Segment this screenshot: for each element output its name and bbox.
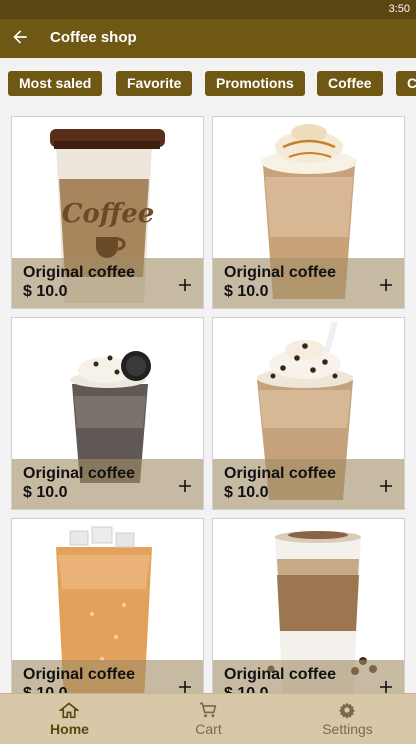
chip-most-saled[interactable]: Most saled bbox=[8, 71, 103, 96]
svg-text:Coffee: Coffee bbox=[62, 199, 155, 229]
product-name: Original coffee bbox=[224, 666, 337, 683]
nav-cart-label: Cart bbox=[195, 721, 222, 737]
add-icon[interactable] bbox=[178, 278, 192, 292]
nav-home[interactable]: Home bbox=[0, 694, 139, 744]
product-card[interactable]: Original coffee $ 10.0 bbox=[11, 317, 204, 510]
chip-coffee[interactable]: Coffee bbox=[317, 71, 383, 96]
product-name: Original coffee bbox=[224, 465, 337, 482]
app-bar: Coffee shop bbox=[0, 19, 416, 58]
nav-settings-label: Settings bbox=[322, 721, 373, 737]
add-icon[interactable] bbox=[379, 479, 393, 493]
add-icon[interactable] bbox=[379, 278, 393, 292]
arrow-back-icon[interactable] bbox=[10, 27, 30, 47]
product-price: $ 10.0 bbox=[23, 484, 68, 501]
category-chips: Most saled Favorite Promotions Coffee C bbox=[0, 58, 416, 110]
cart-icon bbox=[199, 702, 217, 718]
status-time: 3:50 bbox=[388, 3, 410, 15]
product-price: $ 10.0 bbox=[224, 283, 269, 300]
add-icon[interactable] bbox=[379, 680, 393, 694]
add-icon[interactable] bbox=[178, 680, 192, 694]
chip-partial[interactable]: C bbox=[396, 71, 416, 96]
add-icon[interactable] bbox=[178, 479, 192, 493]
product-card[interactable]: Original coffee $ 10.0 bbox=[212, 317, 405, 510]
nav-settings[interactable]: Settings bbox=[278, 694, 416, 744]
bottom-nav: Home Cart Settings bbox=[0, 693, 416, 744]
product-price: $ 10.0 bbox=[224, 484, 269, 501]
status-bar: 3:50 bbox=[0, 0, 416, 19]
gear-icon bbox=[338, 702, 356, 719]
home-icon bbox=[59, 702, 79, 719]
product-card[interactable]: Original coffee $ 10.0 bbox=[212, 116, 405, 309]
product-name: Original coffee bbox=[224, 264, 337, 281]
product-price: $ 10.0 bbox=[23, 283, 68, 300]
chip-favorite[interactable]: Favorite bbox=[116, 71, 193, 96]
nav-home-label: Home bbox=[50, 721, 89, 737]
product-name: Original coffee bbox=[23, 666, 136, 683]
product-card[interactable]: Original coffee $ 10.0 bbox=[212, 518, 405, 711]
product-name: Original coffee bbox=[23, 465, 136, 482]
chip-promotions[interactable]: Promotions bbox=[205, 71, 305, 96]
page-title: Coffee shop bbox=[50, 29, 137, 46]
product-card[interactable]: Coffee Original coffee $ 10.0 bbox=[11, 116, 204, 309]
product-card[interactable]: Original coffee $ 10.0 bbox=[11, 518, 204, 711]
product-name: Original coffee bbox=[23, 264, 136, 281]
nav-cart[interactable]: Cart bbox=[139, 694, 278, 744]
